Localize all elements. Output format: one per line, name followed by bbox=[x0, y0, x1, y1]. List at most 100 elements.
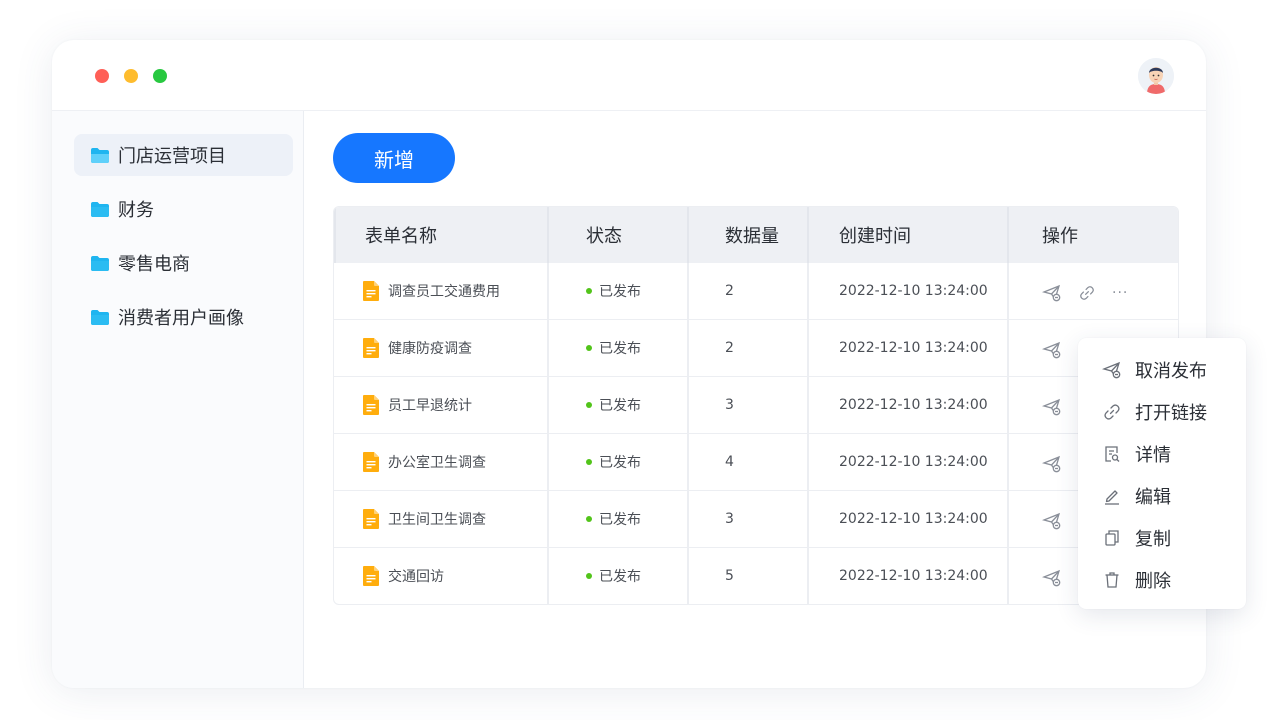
status-cell: 已发布 bbox=[547, 320, 687, 376]
sidebar-item-label: 财务 bbox=[118, 200, 154, 221]
menu-item-delete[interactable]: 删除 bbox=[1102, 565, 1171, 595]
status-badge: 已发布 bbox=[599, 284, 641, 300]
count-cell: 4 bbox=[687, 434, 807, 490]
menu-item-unpublish[interactable]: 取消发布 bbox=[1102, 355, 1207, 385]
count-cell: 3 bbox=[687, 491, 807, 547]
status-dot bbox=[586, 573, 592, 579]
column-header-status: 状态 bbox=[547, 207, 687, 263]
avatar-icon bbox=[1138, 58, 1174, 94]
status-cell: 已发布 bbox=[547, 491, 687, 547]
main-content: 新增 表单名称 状态 数据量 创建时间 操作 调查员工交通费用 已发布 2 2022-… bbox=[304, 111, 1206, 688]
document-icon bbox=[363, 509, 379, 529]
link-icon[interactable] bbox=[1077, 283, 1097, 303]
title-bar bbox=[52, 40, 1206, 111]
table-row[interactable]: 调查员工交通费用 已发布 2 2022-12-10 13:24:00 ··· bbox=[334, 263, 1178, 319]
maximize-window-button[interactable] bbox=[153, 69, 167, 83]
menu-item-label: 详情 bbox=[1135, 445, 1171, 466]
status-dot bbox=[586, 345, 592, 351]
form-name[interactable]: 员工早退统计 bbox=[388, 395, 472, 415]
sidebar-item-retail-ecommerce[interactable]: 零售电商 bbox=[74, 242, 293, 284]
table-row[interactable]: 交通回访 已发布 5 2022-12-10 13:24:00 bbox=[334, 547, 1178, 604]
folder-icon bbox=[91, 255, 109, 271]
edit-icon bbox=[1102, 486, 1122, 506]
unpublish-icon[interactable] bbox=[1042, 283, 1062, 303]
form-name-cell[interactable]: 办公室卫生调查 bbox=[334, 434, 547, 490]
created-time-cell: 2022-12-10 13:24:00 bbox=[807, 548, 1007, 604]
status-cell: 已发布 bbox=[547, 434, 687, 490]
status-cell: 已发布 bbox=[547, 263, 687, 319]
table-row[interactable]: 办公室卫生调查 已发布 4 2022-12-10 13:24:00 bbox=[334, 433, 1178, 490]
sidebar-item-label: 零售电商 bbox=[118, 254, 190, 275]
more-actions-button[interactable]: ··· bbox=[1112, 285, 1128, 301]
status-dot bbox=[586, 402, 592, 408]
form-name-cell[interactable]: 员工早退统计 bbox=[334, 377, 547, 433]
created-time-cell: 2022-12-10 13:24:00 bbox=[807, 491, 1007, 547]
table-row[interactable]: 健康防疫调查 已发布 2 2022-12-10 13:24:00 bbox=[334, 319, 1178, 376]
menu-item-label: 复制 bbox=[1135, 529, 1171, 550]
menu-item-edit[interactable]: 编辑 bbox=[1102, 481, 1171, 511]
count-cell: 5 bbox=[687, 548, 807, 604]
menu-item-open-link[interactable]: 打开链接 bbox=[1102, 397, 1207, 427]
menu-item-copy[interactable]: 复制 bbox=[1102, 523, 1171, 553]
column-header-created: 创建时间 bbox=[807, 207, 1007, 263]
details-icon bbox=[1102, 444, 1122, 464]
unpublish-icon[interactable] bbox=[1042, 397, 1062, 417]
form-name-cell[interactable]: 健康防疫调查 bbox=[334, 320, 547, 376]
link-icon bbox=[1102, 402, 1122, 422]
created-time-cell: 2022-12-10 13:24:00 bbox=[807, 320, 1007, 376]
user-avatar[interactable] bbox=[1138, 58, 1174, 94]
status-badge: 已发布 bbox=[599, 455, 641, 471]
status-dot bbox=[586, 516, 592, 522]
close-window-button[interactable] bbox=[95, 69, 109, 83]
status-cell: 已发布 bbox=[547, 548, 687, 604]
table-header-row: 表单名称 状态 数据量 创建时间 操作 bbox=[334, 207, 1178, 263]
column-header-actions: 操作 bbox=[1007, 207, 1178, 263]
document-icon bbox=[363, 281, 379, 301]
unpublish-icon[interactable] bbox=[1042, 454, 1062, 474]
forms-table: 表单名称 状态 数据量 创建时间 操作 调查员工交通费用 已发布 2 2022-12-… bbox=[333, 206, 1179, 605]
column-header-count: 数据量 bbox=[687, 207, 807, 263]
add-button[interactable]: 新增 bbox=[333, 133, 455, 183]
folder-icon bbox=[91, 309, 109, 325]
created-time-cell: 2022-12-10 13:24:00 bbox=[807, 263, 1007, 319]
form-name[interactable]: 办公室卫生调查 bbox=[388, 452, 486, 472]
table-row[interactable]: 卫生间卫生调查 已发布 3 2022-12-10 13:24:00 bbox=[334, 490, 1178, 547]
menu-item-details[interactable]: 详情 bbox=[1102, 439, 1171, 469]
status-badge: 已发布 bbox=[599, 341, 641, 357]
unpublish-icon[interactable] bbox=[1042, 568, 1062, 588]
form-name[interactable]: 健康防疫调查 bbox=[388, 338, 472, 358]
document-icon bbox=[363, 395, 379, 415]
folder-icon bbox=[91, 201, 109, 217]
form-name[interactable]: 调查员工交通费用 bbox=[388, 281, 500, 301]
sidebar-item-store-operations[interactable]: 门店运营项目 bbox=[74, 134, 293, 176]
minimize-window-button[interactable] bbox=[124, 69, 138, 83]
unpublish-icon[interactable] bbox=[1042, 511, 1062, 531]
form-name-cell[interactable]: 卫生间卫生调查 bbox=[334, 491, 547, 547]
sidebar-item-label: 门店运营项目 bbox=[118, 146, 226, 167]
status-dot bbox=[586, 288, 592, 294]
unpublish-icon[interactable] bbox=[1042, 340, 1062, 360]
status-dot bbox=[586, 459, 592, 465]
status-cell: 已发布 bbox=[547, 377, 687, 433]
table-row[interactable]: 员工早退统计 已发布 3 2022-12-10 13:24:00 bbox=[334, 376, 1178, 433]
row-actions-menu: 取消发布 打开链接 详情 编辑 复制 删除 bbox=[1078, 338, 1246, 609]
actions-cell: ··· bbox=[1007, 263, 1178, 319]
form-name[interactable]: 交通回访 bbox=[388, 566, 444, 586]
menu-item-label: 取消发布 bbox=[1135, 361, 1207, 382]
status-badge: 已发布 bbox=[599, 569, 641, 585]
menu-item-label: 打开链接 bbox=[1135, 403, 1207, 424]
count-cell: 2 bbox=[687, 263, 807, 319]
form-name-cell[interactable]: 调查员工交通费用 bbox=[334, 263, 547, 319]
document-icon bbox=[363, 566, 379, 586]
copy-icon bbox=[1102, 528, 1122, 548]
created-time-cell: 2022-12-10 13:24:00 bbox=[807, 434, 1007, 490]
sidebar: 门店运营项目 财务 零售电商 消费者用户画像 bbox=[52, 111, 304, 688]
status-badge: 已发布 bbox=[599, 398, 641, 414]
folder-open-icon bbox=[91, 147, 109, 163]
status-badge: 已发布 bbox=[599, 512, 641, 528]
sidebar-item-finance[interactable]: 财务 bbox=[74, 188, 293, 230]
sidebar-item-consumer-profile[interactable]: 消费者用户画像 bbox=[74, 296, 293, 338]
menu-item-label: 编辑 bbox=[1135, 487, 1171, 508]
form-name[interactable]: 卫生间卫生调查 bbox=[388, 509, 486, 529]
form-name-cell[interactable]: 交通回访 bbox=[334, 548, 547, 604]
